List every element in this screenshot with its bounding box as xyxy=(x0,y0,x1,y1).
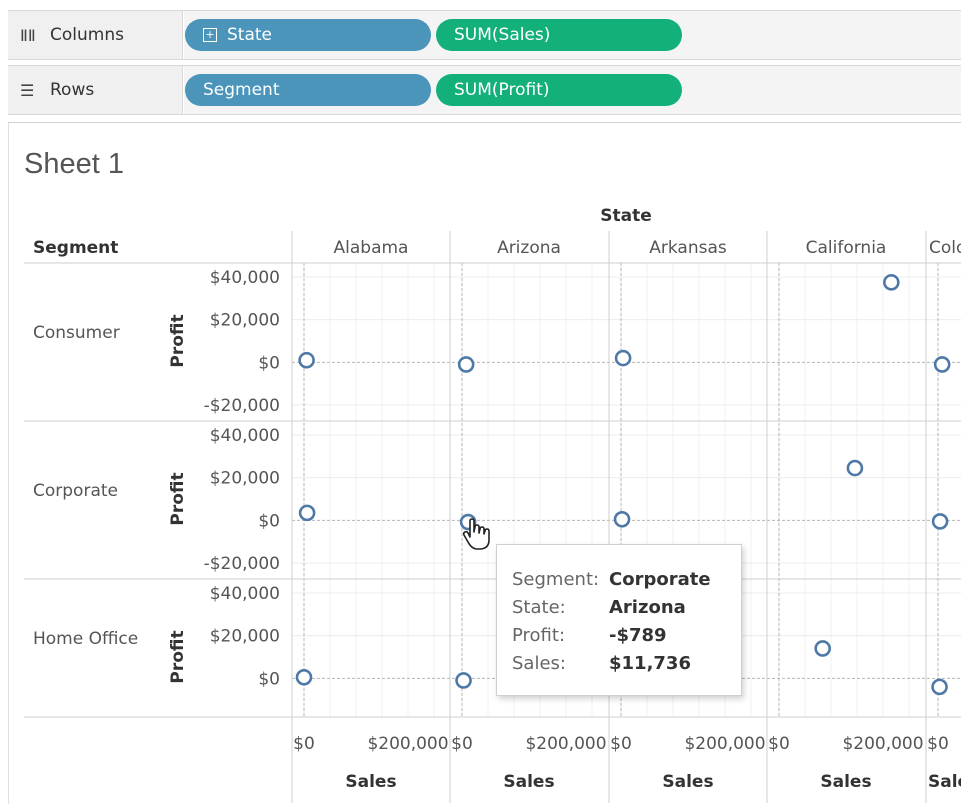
x-axis-title: Sales xyxy=(345,772,396,792)
y-tick-label: $20,000 xyxy=(210,311,280,331)
y-tick-label: $0 xyxy=(258,511,280,531)
scatter-mark[interactable] xyxy=(933,356,951,373)
scatter-mark[interactable] xyxy=(457,356,475,373)
tooltip-value: $11,736 xyxy=(609,652,691,674)
scatter-view: State Segment Alabama Arizona Arkansas Califo… xyxy=(24,206,961,803)
tooltip-row: Profit: -$789 xyxy=(512,621,741,649)
x-axis-title: Sale xyxy=(928,772,961,792)
segment-label: Corporate xyxy=(33,481,118,501)
segment-label: Consumer xyxy=(33,323,120,343)
tooltip-value: Arizona xyxy=(609,596,686,618)
state-header: Arkansas xyxy=(649,238,727,258)
scatter-mark[interactable] xyxy=(455,672,472,689)
x-axis-title: Sales xyxy=(820,772,871,792)
tooltip-label: Segment: xyxy=(512,568,600,590)
y-tick-label: $0 xyxy=(258,669,280,689)
x-axis-title: Sales xyxy=(662,772,713,792)
y-axis-title: Profit xyxy=(168,314,188,367)
x-axis-title: Sales xyxy=(503,772,554,792)
tooltip-label: Profit: xyxy=(512,624,566,646)
tooltip-label: State: xyxy=(512,596,566,618)
tooltip-row: State: Arizona xyxy=(512,593,741,621)
scatter-mark[interactable] xyxy=(814,640,831,657)
state-header: Alabama xyxy=(334,238,409,258)
y-tick-label: -$20,000 xyxy=(204,554,280,574)
state-header: Colo xyxy=(929,238,961,258)
tooltip-row: Sales: $11,736 xyxy=(512,649,741,677)
y-tick-label: $40,000 xyxy=(210,268,280,288)
x-tick-label: $0 xyxy=(451,734,473,754)
y-tick-label: $20,000 xyxy=(210,627,280,647)
y-tick-label: $40,000 xyxy=(210,426,280,446)
scatter-mark[interactable] xyxy=(295,668,313,686)
scatter-mark[interactable] xyxy=(613,510,631,528)
x-tick-label: $200,000 xyxy=(684,734,765,754)
scatter-mark[interactable] xyxy=(931,513,949,530)
tooltip: Segment: Corporate State: Arizona Profit… xyxy=(496,544,742,696)
x-tick-label: $0 xyxy=(768,734,790,754)
y-tick-label: -$20,000 xyxy=(204,396,280,416)
state-header: California xyxy=(806,238,887,258)
scatter-mark[interactable] xyxy=(883,274,900,291)
column-header-title: State xyxy=(600,206,652,226)
scatter-mark[interactable] xyxy=(614,349,632,367)
row-header-title: Segment xyxy=(33,238,118,258)
scatter-mark[interactable] xyxy=(846,459,864,477)
x-tick-label: $200,000 xyxy=(842,734,923,754)
x-tick-label: $0 xyxy=(293,734,315,754)
tooltip-label: Sales: xyxy=(512,652,566,674)
scatter-mark[interactable] xyxy=(931,678,948,696)
x-tick-label: $200,000 xyxy=(525,734,606,754)
state-header: Arizona xyxy=(497,238,561,258)
x-tick-label: $0 xyxy=(610,734,632,754)
segment-label: Home Office xyxy=(33,629,138,649)
x-tick-label: $200,000 xyxy=(367,734,448,754)
y-tick-label: $40,000 xyxy=(210,584,280,604)
scatter-mark[interactable] xyxy=(298,351,315,369)
x-tick-label: $0 xyxy=(927,734,949,754)
y-axis-title: Profit xyxy=(168,630,188,683)
y-tick-label: $20,000 xyxy=(210,469,280,489)
tooltip-value: Corporate xyxy=(609,568,711,590)
tooltip-value: -$789 xyxy=(609,624,667,646)
y-tick-label: $0 xyxy=(258,353,280,373)
tooltip-row: Segment: Corporate xyxy=(512,565,741,593)
hand-cursor-icon xyxy=(462,518,490,550)
y-axis-title: Profit xyxy=(168,472,188,525)
scatter-mark[interactable] xyxy=(298,504,316,522)
